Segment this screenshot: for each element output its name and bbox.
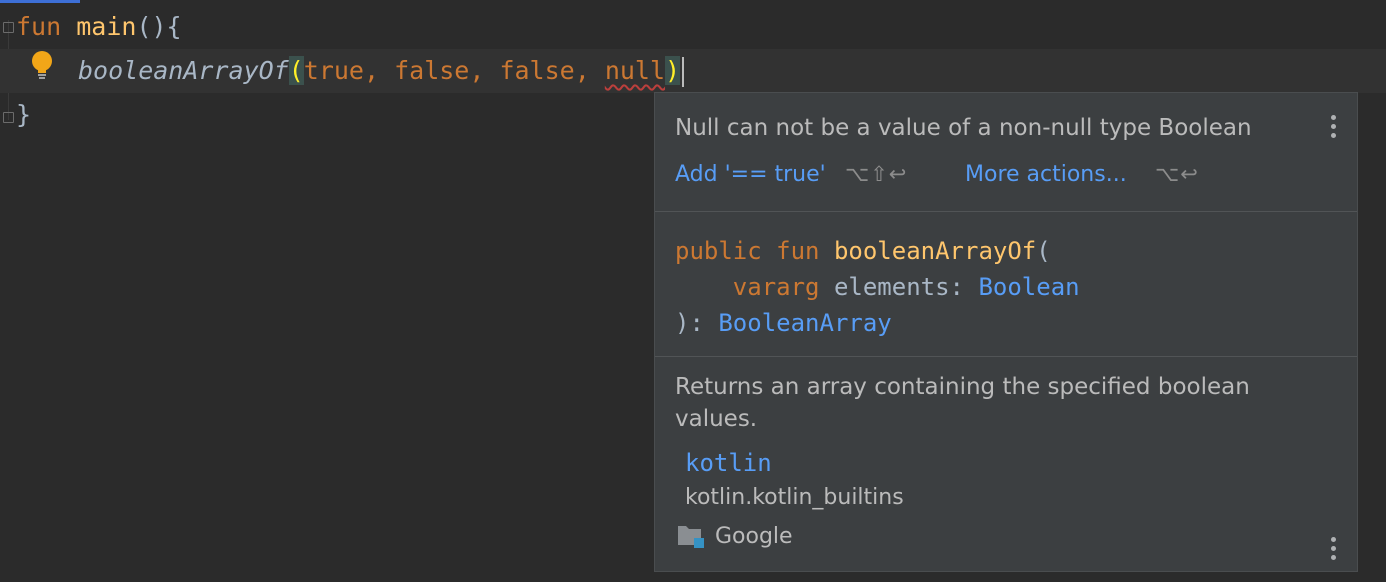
library-name: Google — [715, 523, 793, 549]
function-signature: public fun booleanArrayOf( vararg elemen… — [675, 233, 1080, 341]
package-link[interactable]: kotlin — [685, 449, 772, 477]
sig-param-type[interactable]: Boolean — [978, 273, 1079, 301]
sig-param: elements: — [819, 273, 979, 301]
add-equals-true-action[interactable]: Add '== true' — [675, 162, 826, 187]
sig-return-type[interactable]: BooleanArray — [718, 309, 891, 337]
divider — [655, 211, 1357, 212]
close-paren-highlight: ) — [665, 56, 681, 85]
keyword-fun: fun — [16, 12, 62, 41]
doc-description: Returns an array containing the specifie… — [675, 374, 1250, 432]
code-punctuation: (){ — [136, 12, 182, 41]
library-folder-icon — [678, 526, 704, 548]
lightbulb-icon[interactable] — [31, 50, 53, 82]
closing-brace: } — [16, 100, 32, 129]
library-source: Google — [677, 523, 793, 549]
more-actions-link[interactable]: More actions... — [965, 162, 1127, 187]
sig-return-prefix: ): — [675, 309, 719, 337]
error-tooltip-popup: Null can not be a value of a non-null ty… — [654, 92, 1358, 572]
active-tab-indicator — [0, 0, 80, 3]
code-line-2[interactable]: booleanArrayOf(true, false, false, null) — [0, 49, 1386, 93]
argument-list: true, false, false, — [303, 56, 605, 85]
action2-shortcut: ⌥↩ — [1155, 162, 1199, 186]
divider — [655, 356, 1357, 357]
sig-open-paren: ( — [1036, 237, 1051, 265]
error-null-argument[interactable]: null — [605, 56, 665, 85]
text-caret — [682, 57, 685, 87]
function-name-main: main — [76, 12, 137, 41]
function-call-name: booleanArrayOf — [78, 56, 289, 85]
open-paren-highlight: ( — [288, 56, 304, 85]
package-full-name: kotlin.kotlin_builtins — [685, 485, 904, 510]
sig-keywords: public fun — [675, 237, 834, 265]
more-options-icon[interactable] — [1331, 115, 1337, 142]
error-message: Null can not be a value of a non-null ty… — [675, 115, 1252, 141]
sig-function-name: booleanArrayOf — [833, 237, 1037, 265]
action1-shortcut: ⌥⇧↩ — [845, 162, 908, 186]
more-options-icon[interactable] — [1331, 537, 1337, 564]
code-line-1[interactable]: fun main(){ — [0, 5, 1386, 49]
sig-vararg: vararg — [732, 273, 820, 301]
